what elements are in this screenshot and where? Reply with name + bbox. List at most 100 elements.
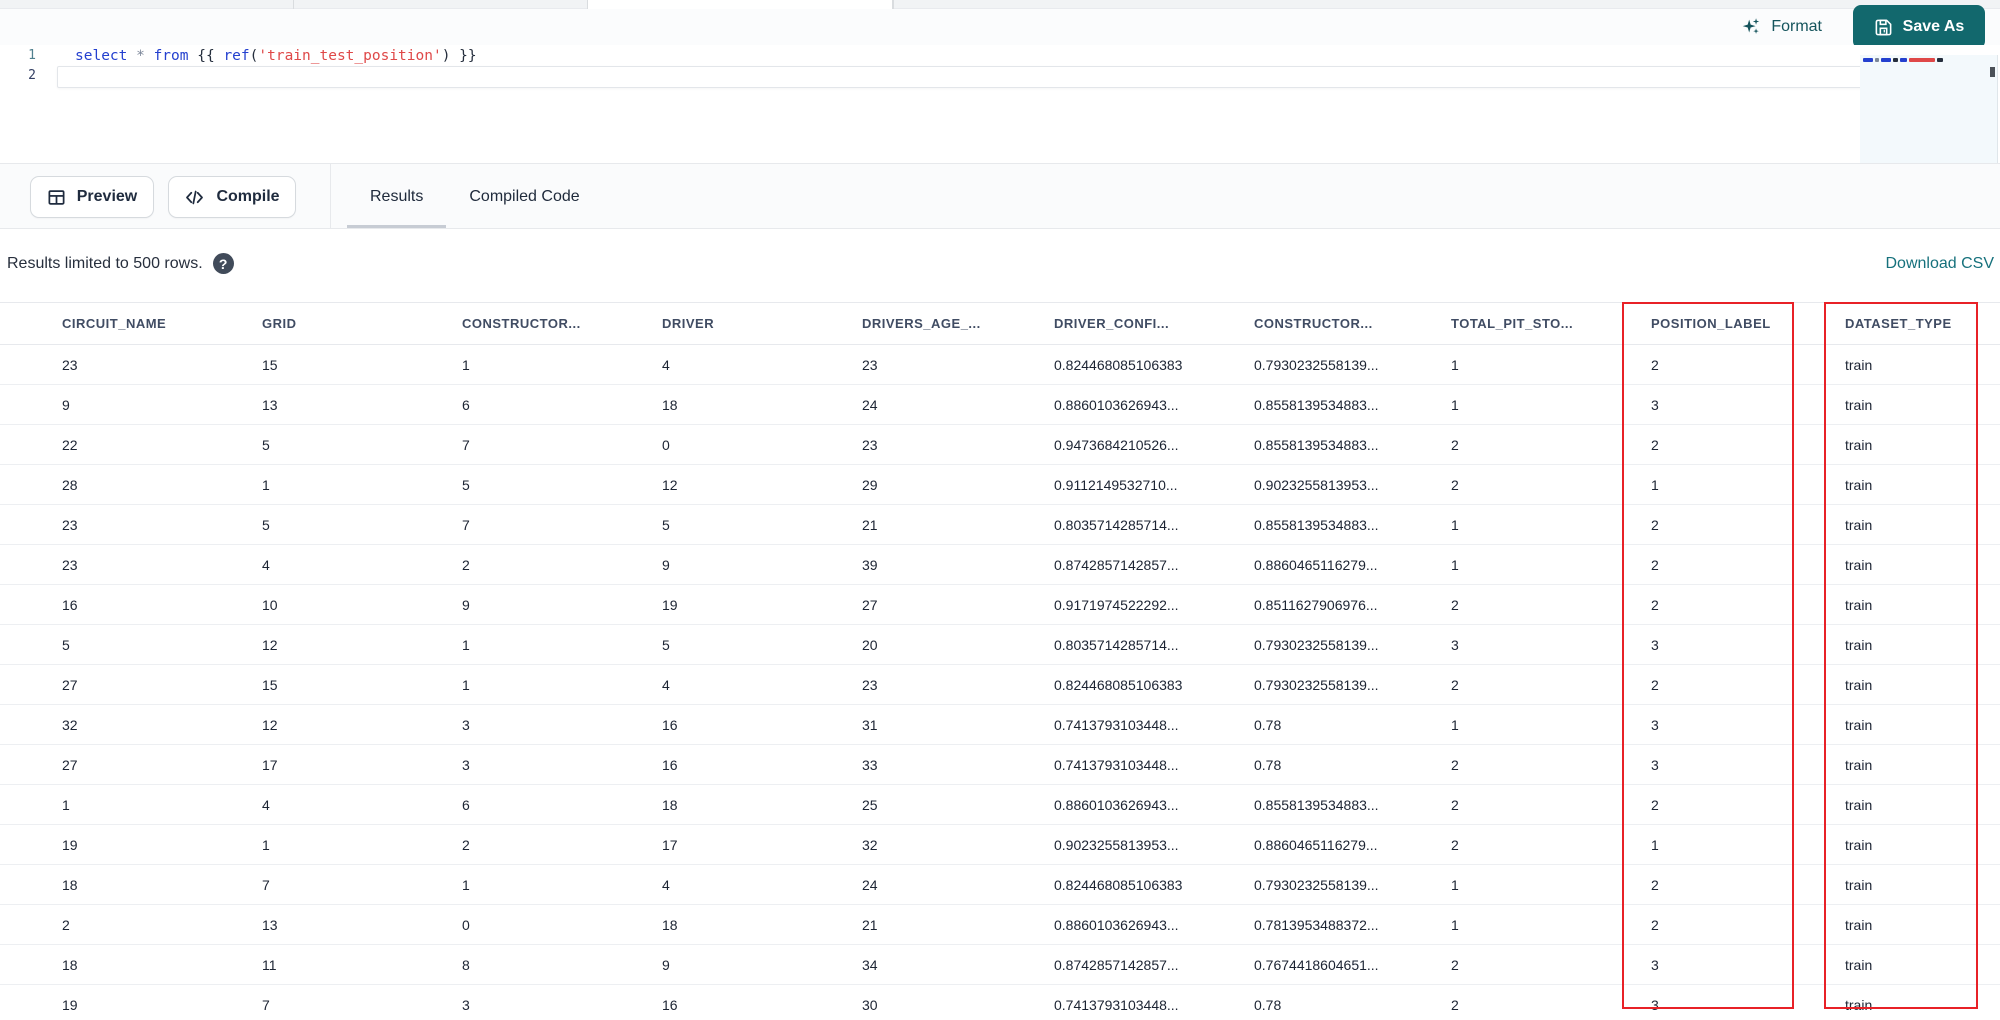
table-row: 18 11 8 9 34 0.8742857142857... 0.767441860465…	[0, 944, 2000, 985]
table-cell: 1	[462, 864, 662, 905]
table-cell: 16	[0, 584, 262, 625]
column-header[interactable]: TOTAL_PIT_STO...	[1451, 302, 1651, 345]
table-cell: 28	[0, 464, 262, 505]
table-cell: 4	[662, 344, 862, 385]
table-cell: 1	[262, 464, 462, 505]
results-info-row: Results limited to 500 rows. ? Download …	[0, 229, 2000, 302]
table-cell: 1	[462, 664, 662, 705]
column-header[interactable]: DRIVER	[662, 302, 862, 345]
table-cell: train	[1845, 824, 2000, 865]
table-cell: train	[1845, 624, 2000, 665]
table-cell: 32	[862, 824, 1054, 865]
table-cell: 0.8742857142857...	[1054, 944, 1254, 985]
table-cell: train	[1845, 664, 2000, 705]
table-cell: 3	[462, 984, 662, 1020]
tab-results[interactable]: Results	[347, 164, 447, 230]
preview-button[interactable]: Preview	[30, 176, 154, 218]
column-header[interactable]: CONSTRUCTOR...	[1254, 302, 1451, 345]
toolbar-divider	[330, 164, 331, 230]
table-cell: 2	[1651, 424, 1845, 465]
preview-label: Preview	[76, 188, 138, 205]
table-cell: 1	[1451, 384, 1651, 425]
format-button[interactable]: Format	[1740, 16, 1822, 38]
table-cell: 32	[0, 704, 262, 745]
sql-editor[interactable]: 1 2 select * from {{ ref('train_test_pos…	[0, 45, 2000, 163]
column-header[interactable]: GRID	[262, 302, 462, 345]
sql-code-line[interactable]: select * from {{ ref('train_test_positio…	[75, 45, 477, 67]
column-header[interactable]: DRIVERS_AGE_...	[862, 302, 1054, 345]
table-row: 9 13 6 18 24 0.8860103626943... 0.855813953488…	[0, 384, 2000, 425]
table-row: 32 12 3 16 31 0.7413793103448... 0.78 1 3 train	[0, 704, 2000, 745]
table-cell: 16	[662, 984, 862, 1020]
table-cell: train	[1845, 384, 2000, 425]
table-cell: 0.7930232558139...	[1254, 344, 1451, 385]
table-cell: 12	[262, 624, 462, 665]
table-cell: 0.824468085106383	[1054, 344, 1254, 385]
tab-results-label: Results	[370, 188, 424, 205]
table-cell: 3	[1651, 624, 1845, 665]
table-body: 23 15 1 4 23 0.824468085106383 0.7930232558139…	[0, 344, 2000, 1020]
table-cell: 0.9171974522292...	[1054, 584, 1254, 625]
table-cell: 21	[862, 904, 1054, 945]
table-cell: 4	[662, 864, 862, 905]
minimap-scroll-indicator[interactable]	[1990, 67, 1995, 77]
table-row: 18 7 1 4 24 0.824468085106383 0.7930232558139.…	[0, 864, 2000, 905]
table-cell: 1	[1451, 344, 1651, 385]
table-cell: 22	[0, 424, 262, 465]
help-icon[interactable]: ?	[212, 253, 234, 274]
ide-panel: Format Save As 1 2 select * from {{ ref(…	[0, 0, 2000, 1020]
table-cell: 4	[262, 784, 462, 825]
table-row: 1 4 6 18 25 0.8860103626943... 0.8558139534883…	[0, 784, 2000, 825]
column-header[interactable]: CONSTRUCTOR...	[462, 302, 662, 345]
table-cell: 2	[1451, 424, 1651, 465]
table-cell: 0.7930232558139...	[1254, 624, 1451, 665]
table-row: 23 5 7 5 21 0.8035714285714... 0.8558139534883…	[0, 504, 2000, 545]
column-header[interactable]: CIRCUIT_NAME	[0, 302, 262, 345]
table-cell: 16	[662, 744, 862, 785]
table-icon	[47, 188, 66, 207]
table-cell: 1	[1451, 704, 1651, 745]
table-cell: 3	[1651, 944, 1845, 985]
table-cell: 2	[1451, 784, 1651, 825]
table-cell: 27	[0, 744, 262, 785]
editor-minimap[interactable]	[1860, 55, 1998, 163]
table-row: 23 4 2 9 39 0.8742857142857... 0.8860465116279…	[0, 544, 2000, 585]
sql-keyword: select	[75, 48, 137, 64]
active-line-highlight[interactable]	[57, 66, 1988, 88]
table-cell: 0.78	[1254, 704, 1451, 745]
table-cell: train	[1845, 704, 2000, 745]
table-cell: 13	[262, 904, 462, 945]
table-cell: 0.9112149532710...	[1054, 464, 1254, 505]
table-row: 16 10 9 19 27 0.9171974522292... 0.85116279069…	[0, 584, 2000, 625]
table-row: 27 15 1 4 23 0.824468085106383 0.7930232558139…	[0, 664, 2000, 705]
tab-compiled-code[interactable]: Compiled Code	[446, 164, 602, 230]
table-cell: 1	[1451, 904, 1651, 945]
download-csv-link[interactable]: Download CSV	[1886, 255, 1995, 273]
table-cell: 2	[1451, 744, 1651, 785]
table-row: 28 1 5 12 29 0.9112149532710... 0.902325581395…	[0, 464, 2000, 505]
table-cell: 19	[0, 824, 262, 865]
table-cell: 12	[662, 464, 862, 505]
table-cell: 23	[862, 664, 1054, 705]
table-cell: 3	[1651, 744, 1845, 785]
table-cell: train	[1845, 904, 2000, 945]
table-cell: 2	[0, 904, 262, 945]
table-cell: 1	[1651, 464, 1845, 505]
table-cell: 24	[862, 384, 1054, 425]
table-cell: 27	[862, 584, 1054, 625]
table-cell: 0.8558139534883...	[1254, 784, 1451, 825]
editor-toolbar: Format Save As	[0, 5, 2000, 49]
column-header[interactable]: DATASET_TYPE	[1845, 302, 2000, 345]
column-header[interactable]: DRIVER_CONFI...	[1054, 302, 1254, 345]
table-cell: train	[1845, 344, 2000, 385]
jinja-brace: }}	[450, 48, 477, 64]
action-bar: Preview Compile Results Compiled Code	[0, 163, 2000, 230]
table-row: 2 13 0 18 21 0.8860103626943... 0.781395348837…	[0, 904, 2000, 945]
table-cell: train	[1845, 944, 2000, 985]
save-as-button[interactable]: Save As	[1853, 5, 1985, 49]
compile-button[interactable]: Compile	[168, 176, 296, 218]
column-header[interactable]: POSITION_LABEL	[1651, 302, 1845, 345]
table-cell: 4	[262, 544, 462, 585]
table-cell: 0.8860465116279...	[1254, 824, 1451, 865]
jinja-brace: {{	[197, 48, 224, 64]
